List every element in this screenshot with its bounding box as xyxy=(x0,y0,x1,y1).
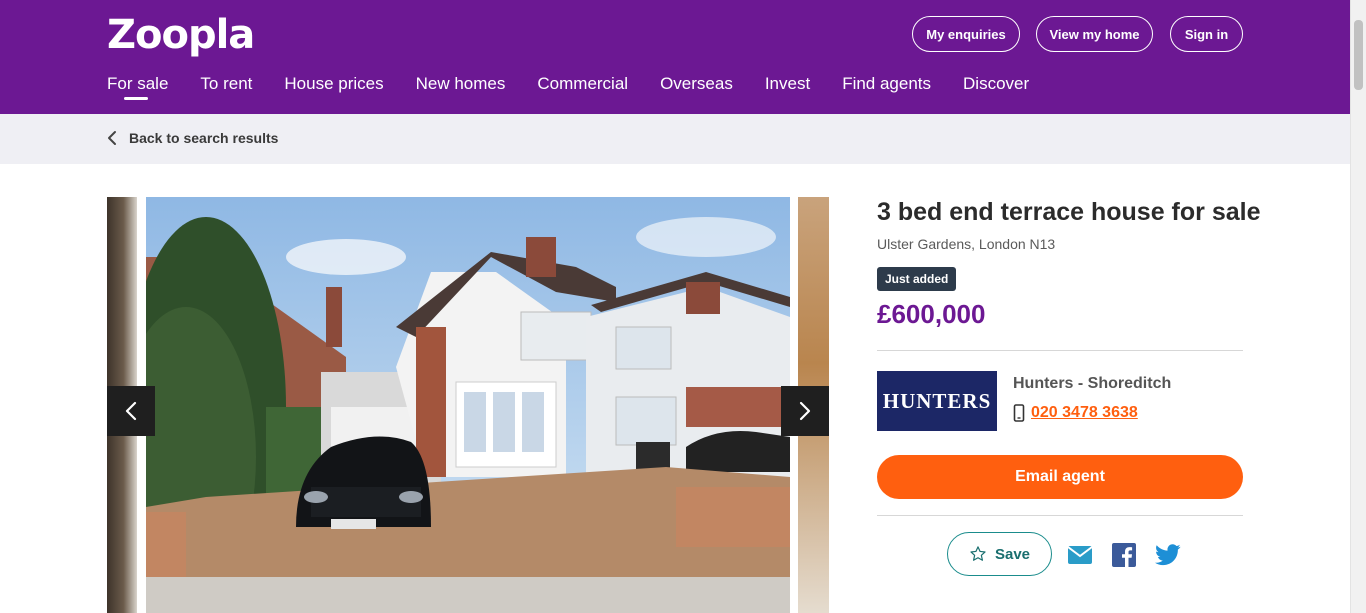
breadcrumb-bar: Back to search results xyxy=(0,114,1350,164)
photo-gallery xyxy=(107,197,829,613)
nav-find-agents[interactable]: Find agents xyxy=(842,74,931,94)
chevron-left-icon xyxy=(108,131,116,145)
nav-for-sale[interactable]: For sale xyxy=(107,74,168,100)
listing-title: 3 bed end terrace house for sale xyxy=(877,198,1261,226)
property-photo[interactable] xyxy=(146,197,790,613)
nav-discover[interactable]: Discover xyxy=(963,74,1029,94)
house-photo-illustration xyxy=(146,197,790,613)
email-agent-button[interactable]: Email agent xyxy=(877,455,1243,499)
agent-phone-number[interactable]: 020 3478 3638 xyxy=(1031,404,1138,422)
just-added-badge: Just added xyxy=(877,267,957,291)
nav-overseas[interactable]: Overseas xyxy=(660,74,733,94)
next-photo-button[interactable] xyxy=(781,386,829,436)
nav-new-homes[interactable]: New homes xyxy=(416,74,506,94)
mobile-phone-icon xyxy=(1013,404,1025,422)
listing-address: Ulster Gardens, London N13 xyxy=(877,236,1056,252)
nav-commercial[interactable]: Commercial xyxy=(537,74,628,94)
twitter-icon xyxy=(1155,544,1181,566)
scrollbar-thumb[interactable] xyxy=(1354,20,1363,90)
page-scrollbar[interactable] xyxy=(1350,0,1366,613)
save-label: Save xyxy=(994,545,1031,563)
chevron-left-icon xyxy=(125,401,137,421)
sign-in-button[interactable]: Sign in xyxy=(1170,16,1243,52)
divider xyxy=(877,350,1243,351)
agent-logo-text: HUNTERS xyxy=(882,388,992,413)
previous-photo-button[interactable] xyxy=(107,386,155,436)
agent-name[interactable]: Hunters - Shoreditch xyxy=(1013,375,1171,393)
share-twitter-button[interactable] xyxy=(1154,541,1182,569)
save-button[interactable]: Save xyxy=(947,532,1052,576)
my-enquiries-button[interactable]: My enquiries xyxy=(912,16,1020,52)
agent-phone[interactable]: 020 3478 3638 xyxy=(1013,404,1138,422)
facebook-icon xyxy=(1112,543,1136,567)
share-facebook-button[interactable] xyxy=(1110,541,1138,569)
nav-invest[interactable]: Invest xyxy=(765,74,810,94)
listing-price: £600,000 xyxy=(877,299,986,329)
chevron-right-icon xyxy=(799,401,811,421)
star-icon xyxy=(970,546,986,561)
share-email-button[interactable] xyxy=(1066,541,1094,569)
site-header: Zoopla My enquiries View my home Sign in… xyxy=(0,0,1350,114)
divider xyxy=(877,515,1243,516)
nav-house-prices[interactable]: House prices xyxy=(284,74,383,94)
nav-to-rent[interactable]: To rent xyxy=(200,74,252,94)
back-to-results-link[interactable]: Back to search results xyxy=(107,130,278,146)
view-my-home-button[interactable]: View my home xyxy=(1036,16,1153,52)
agent-logo[interactable]: HUNTERS xyxy=(877,371,997,431)
main-nav: For sale To rent House prices New homes … xyxy=(107,74,1029,100)
zoopla-logo[interactable]: Zoopla xyxy=(107,12,255,58)
email-icon xyxy=(1067,546,1093,564)
back-link-label: Back to search results xyxy=(129,130,279,146)
